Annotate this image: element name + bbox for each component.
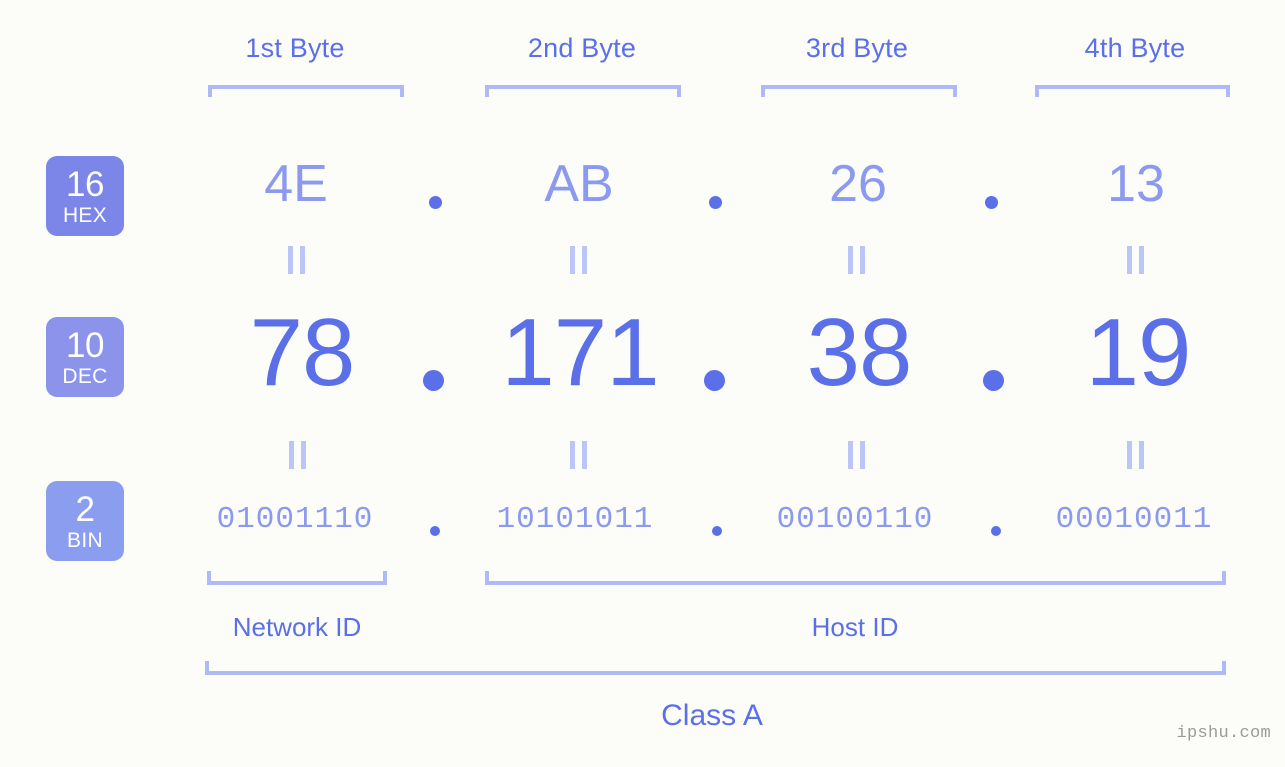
dec-value-2: 171 [501,299,659,406]
dec-separator-1 [423,370,444,391]
hex-separator-1 [429,196,442,209]
hex-value-1: 4E [264,155,328,213]
base-badge-bin-name: BIN [67,528,103,552]
class-label: Class A [661,699,763,732]
base-badge-hex-name: HEX [62,203,108,227]
bin-value-2: 10101011 [496,502,654,537]
byte-header-4: 4th Byte [1084,33,1186,63]
dec-separator-3 [983,370,1004,391]
equals-icon-hex-dec-4 [1122,246,1148,274]
dec-value-3: 38 [806,299,913,406]
equals-icon-hex-dec-3 [843,246,869,274]
byte-bracket-4 [1035,85,1230,97]
base-badge-dec-number: 10 [66,325,104,365]
equals-icon-hex-dec-1 [283,246,309,274]
base-badge-bin-number: 2 [75,489,95,529]
equals-icon-dec-bin-3 [843,441,869,469]
host-id-bracket [485,571,1226,585]
hex-separator-2 [709,196,722,209]
equals-icon-dec-bin-1 [284,441,310,469]
base-badge-dec: 10 DEC [46,317,124,397]
bin-separator-2 [712,526,722,536]
byte-bracket-1 [208,85,404,97]
bin-value-1: 01001110 [216,502,374,537]
ip-breakdown-diagram: 1st Byte 2nd Byte 3rd Byte 4th Byte 16 H… [0,0,1285,767]
host-id-label: Host ID [811,612,899,642]
byte-header-2: 2nd Byte [527,33,637,63]
hex-value-3: 26 [829,155,887,213]
byte-header-1: 1st Byte [245,33,345,63]
dec-value-1: 78 [249,299,356,406]
equals-icon-dec-bin-4 [1122,441,1148,469]
base-badge-hex-number: 16 [66,164,104,204]
byte-bracket-3 [761,85,957,97]
byte-header-3: 3rd Byte [805,33,909,63]
bin-separator-3 [991,526,1001,536]
dec-separator-2 [704,370,725,391]
dec-value-4: 19 [1085,299,1192,406]
network-id-bracket [207,571,387,585]
class-bracket [205,661,1226,675]
bin-value-3: 00100110 [776,502,934,537]
base-badge-bin: 2 BIN [46,481,124,561]
equals-icon-hex-dec-2 [565,246,591,274]
hex-separator-3 [985,196,998,209]
equals-icon-dec-bin-2 [565,441,591,469]
bin-separator-1 [430,526,440,536]
base-badge-hex: 16 HEX [46,156,124,236]
network-id-label: Network ID [232,612,362,642]
watermark: ipshu.com [1176,724,1271,743]
bin-value-4: 00010011 [1055,502,1213,537]
base-badge-dec-name: DEC [62,364,108,388]
hex-value-2: AB [544,155,614,213]
byte-bracket-2 [485,85,681,97]
hex-value-4: 13 [1107,155,1165,213]
